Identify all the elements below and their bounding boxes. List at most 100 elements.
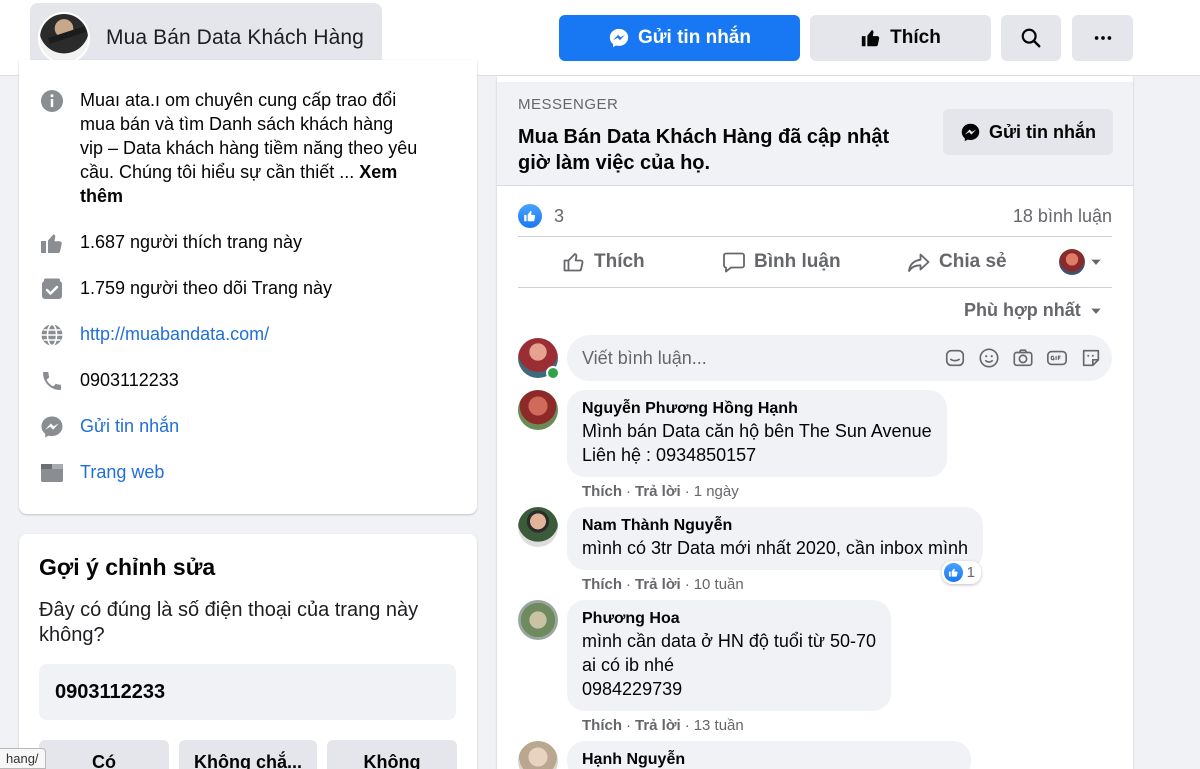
comment-item: Hạnh Nguyễn [518, 741, 971, 769]
comment-text: mình có 3tr Data mới nhất 2020, cần inbo… [582, 538, 969, 558]
answer-no-button[interactable]: Không [327, 740, 457, 769]
suggested-phone-value: 0903112233 [39, 664, 456, 720]
likes-count-text: 1.687 người thích trang này [80, 232, 302, 252]
comment-like-link[interactable]: Thích [582, 717, 622, 734]
emoji-icon[interactable] [978, 347, 1000, 369]
comment-bubble: Hạnh Nguyễn [567, 741, 971, 769]
about-description-row: Muaı ata.ı om chuyên cung cấp trao đổi m… [39, 88, 420, 208]
globe-icon [39, 322, 65, 348]
comment-item: Phương Hoa mình cần data ở HN độ tuổi từ… [518, 600, 892, 734]
comment-time[interactable]: 10 tuần [694, 576, 744, 593]
likes-row: 1.687 người thích trang này [39, 230, 302, 256]
commenter-avatar[interactable] [518, 600, 558, 640]
post-actions-bar: Thích Bình luận Chia sẻ [518, 236, 1112, 288]
suggest-edit-title: Gợi ý chỉnh sửa [39, 554, 216, 580]
my-avatar[interactable] [518, 338, 560, 380]
thumbs-up-icon [861, 30, 880, 47]
comment-item: Nam Thành Nguyễn mình có 3tr Data mới nh… [518, 507, 984, 593]
send-message-label: Gửi tin nhắn [638, 27, 751, 48]
comment-reply-link[interactable]: Trả lời [635, 483, 681, 500]
profile-avatar [1059, 249, 1085, 275]
more-options-button[interactable] [1072, 15, 1133, 61]
browser-window-icon [39, 460, 65, 486]
commenter-avatar[interactable] [518, 507, 558, 547]
comment-meta: Thích · Trả lời · 1 ngày [582, 483, 739, 500]
like-reaction-icon[interactable] [518, 204, 542, 228]
search-button[interactable] [1001, 15, 1061, 61]
write-comment-input[interactable]: Viết bình luận... [567, 335, 1112, 381]
messenger-update-box: MESSENGER Mua Bán Data Khách Hàng đã cập… [497, 82, 1133, 186]
answer-yes-button[interactable]: Có [39, 740, 169, 769]
like-page-button[interactable]: Thích [810, 15, 991, 61]
suggest-edit-card: Gợi ý chỉnh sửa Đây có đúng là số điện t… [19, 534, 477, 769]
send-message-button[interactable]: Gửi tin nhắn [559, 15, 800, 61]
status-url-tooltip: hang/ [0, 748, 46, 769]
post-comment-button[interactable]: Bình luận [722, 250, 841, 274]
website-url-row: http://muabandata.com/ [39, 322, 269, 348]
post-share-button[interactable]: Chia sẻ [907, 250, 1007, 274]
like-page-label: Thích [890, 27, 941, 48]
comment-like-link[interactable]: Thích [582, 483, 622, 500]
phone-number-text[interactable]: 0903112233 [80, 368, 179, 392]
comment-item: Nguyễn Phương Hồng Hạnh Mình bán Data că… [518, 390, 947, 500]
answer-not-sure-button[interactable]: Không chắ... [179, 740, 317, 769]
messenger-icon [961, 123, 980, 141]
post-comment-label: Bình luận [754, 251, 841, 272]
comment-sort-dropdown[interactable]: Phù hợp nhất [964, 300, 1103, 321]
commenter-avatar[interactable] [518, 390, 558, 430]
page-avatar[interactable] [38, 12, 90, 64]
comment-reply-link[interactable]: Trả lời [635, 717, 681, 734]
avatar-sticker-icon[interactable] [944, 347, 966, 369]
share-arrow-icon [908, 253, 930, 272]
messenger-send-label: Gửi tin nhắn [988, 121, 1097, 142]
write-comment-placeholder: Viết bình luận... [582, 347, 707, 368]
sticker-icon[interactable] [1080, 347, 1102, 369]
commenter-avatar[interactable] [518, 741, 558, 769]
messenger-send-button[interactable]: Gửi tin nhắn [943, 109, 1113, 155]
comment-reaction-badge[interactable]: 1 [941, 561, 982, 584]
comment-time[interactable]: 13 tuần [694, 717, 744, 734]
comment-author[interactable]: Hạnh Nguyễn [582, 750, 956, 769]
website-link[interactable]: Trang web [80, 460, 164, 484]
post-like-button[interactable]: Thích [562, 250, 645, 274]
comment-time[interactable]: 1 ngày [694, 483, 739, 500]
comment-bubble-icon [723, 252, 745, 273]
comment-author[interactable]: Phương Hoa [582, 609, 876, 629]
send-message-link[interactable]: Gửi tin nhắn [80, 414, 179, 438]
messenger-icon [609, 28, 629, 48]
comment-like-link[interactable]: Thích [582, 576, 622, 593]
follow-check-icon [39, 276, 65, 302]
comment-count[interactable]: 18 bình luận [1013, 206, 1112, 227]
comment-as-profile-selector[interactable] [1059, 249, 1103, 275]
send-message-row: Gửi tin nhắn [39, 414, 179, 440]
post-like-label: Thích [594, 251, 645, 272]
comment-bubble: Nam Thành Nguyễn mình có 3tr Data mới nh… [567, 507, 984, 584]
reaction-count[interactable]: 3 [554, 206, 564, 227]
search-icon [1021, 28, 1041, 48]
website-url-link[interactable]: http://muabandata.com/ [80, 322, 269, 346]
comment-bubble: Nguyễn Phương Hồng Hạnh Mình bán Data că… [567, 390, 947, 477]
comment-meta: Thích · Trả lời · 13 tuần [582, 717, 744, 734]
online-indicator [546, 366, 560, 380]
caret-down-icon [1091, 308, 1101, 314]
comment-meta: Thích · Trả lời · 10 tuần [582, 576, 744, 593]
comment-bubble: Phương Hoa mình cần data ở HN độ tuổi từ… [567, 600, 892, 711]
like-reaction-icon [943, 563, 963, 582]
comment-sort-label: Phù hợp nhất [964, 300, 1081, 320]
write-comment-row: Viết bình luận... [518, 334, 1112, 382]
thumbs-up-outline-icon [563, 253, 584, 272]
post-card: MESSENGER Mua Bán Data Khách Hàng đã cập… [497, 76, 1133, 769]
comment-author[interactable]: Nam Thành Nguyễn [582, 516, 968, 536]
comment-reply-link[interactable]: Trả lời [635, 576, 681, 593]
followers-row: 1.759 người theo dõi Trang này [39, 276, 332, 302]
gif-icon[interactable] [1046, 347, 1068, 369]
messenger-label: MESSENGER [518, 96, 619, 113]
camera-icon[interactable] [1012, 347, 1034, 369]
page-name[interactable]: Mua Bán Data Khách Hàng [106, 26, 364, 50]
comment-author[interactable]: Nguyễn Phương Hồng Hạnh [582, 399, 932, 419]
thumbs-up-icon [39, 230, 65, 256]
post-share-label: Chia sẻ [939, 251, 1007, 272]
caret-down-icon [1091, 259, 1101, 265]
phone-row: 0903112233 [39, 368, 179, 394]
comment-text: mình cần data ở HN độ tuổi từ 50-70 ai c… [582, 631, 877, 699]
